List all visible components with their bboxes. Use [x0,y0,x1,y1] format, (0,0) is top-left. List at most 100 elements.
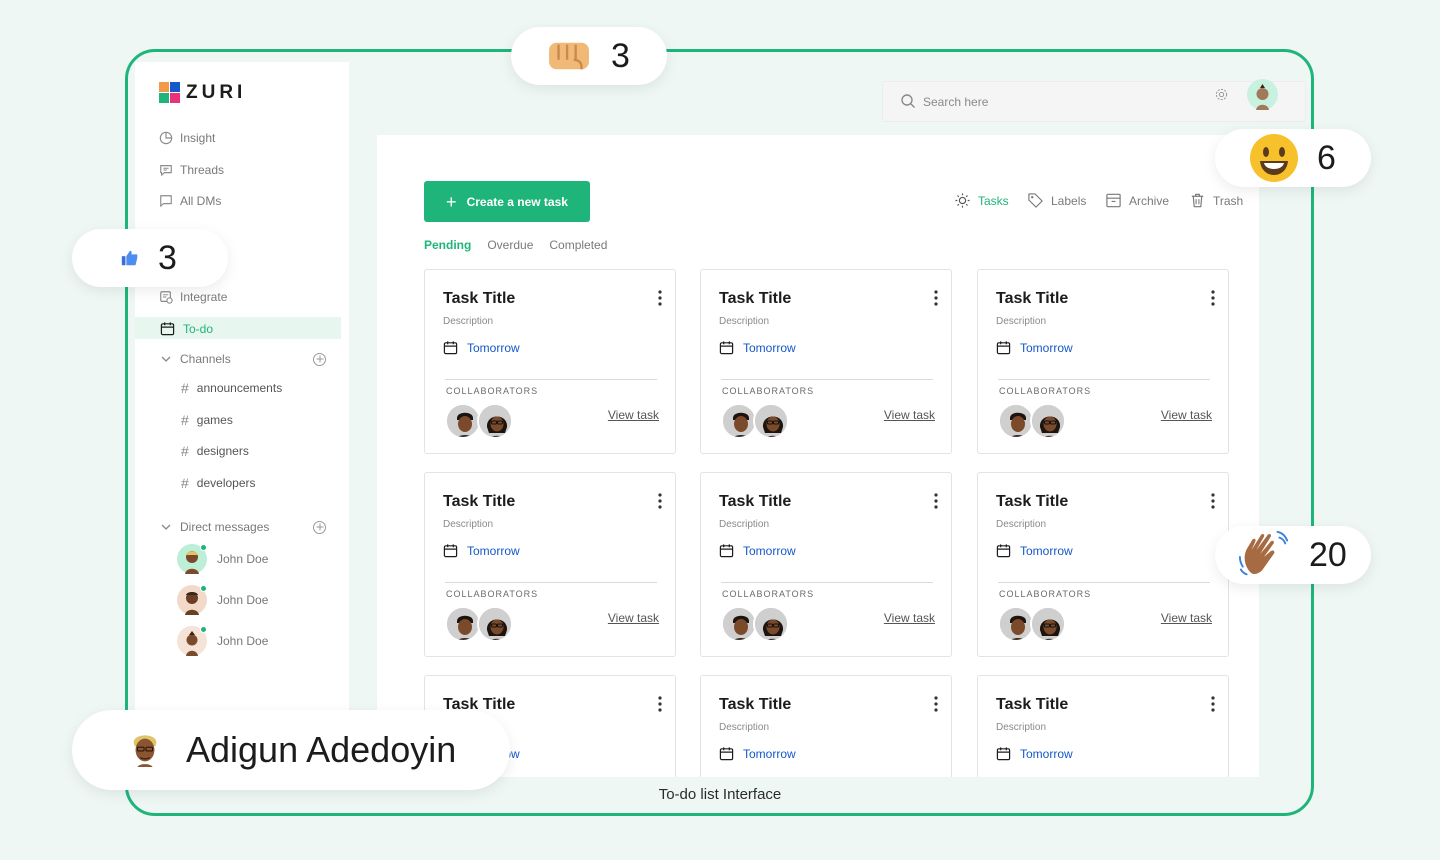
card-divider [998,379,1210,380]
thumbs-up-emoji-icon [121,250,138,266]
avatar[interactable] [721,403,757,439]
calendar-icon [719,747,734,761]
calendar-icon [719,544,734,558]
view-task-link[interactable]: View task [608,408,659,422]
collaborators-label: COLLABORATORS [999,386,1092,396]
avatar[interactable] [753,403,789,439]
collaborator-avatars [445,606,513,642]
task-title: Task Title [443,290,516,307]
collaborators-label: COLLABORATORS [446,386,539,396]
due-date-label: Tomorrow [1020,746,1073,761]
calendar-icon [996,544,1011,558]
due-date-label: Tomorrow [1020,543,1073,558]
avatar[interactable] [477,606,513,642]
task-title: Task Title [719,493,792,510]
collaborators-label: COLLABORATORS [722,589,815,599]
reaction-badge[interactable]: 6 [1215,129,1371,187]
due-date-label: Tomorrow [1020,340,1073,355]
author-name: Adigun Adedoyin [186,729,457,770]
collaborators-label: COLLABORATORS [722,386,815,396]
task-description: Description [996,519,1047,530]
view-task-link[interactable]: View task [1161,408,1212,422]
task-description: Description [996,722,1047,733]
more-options-icon[interactable] [658,696,662,712]
calendar-icon [443,341,458,355]
reaction-badge[interactable]: 20 [1215,526,1371,584]
task-description: Description [443,316,494,327]
reaction-count: 3 [158,238,177,277]
reaction-badge[interactable]: 3 [511,27,667,85]
task-due-date: Tomorrow [996,746,1073,761]
more-options-icon[interactable] [658,493,662,509]
due-date-label: Tomorrow [743,340,796,355]
task-title: Task Title [996,696,1069,713]
collaborator-avatars [998,606,1066,642]
task-card[interactable]: Task Title Description Tomorrow COLLABORATO… [977,269,1229,454]
avatar[interactable] [445,606,481,642]
task-description: Description [996,316,1047,327]
more-options-icon[interactable] [1211,696,1215,712]
due-date-label: Tomorrow [743,543,796,558]
view-task-link[interactable]: View task [1161,611,1212,625]
card-divider [998,582,1210,583]
task-title: Task Title [719,290,792,307]
image-caption: To-do list Interface [658,786,782,803]
reaction-count: 3 [611,36,630,75]
task-card[interactable]: Task Title Description Tomorrow COLLABORATO… [424,269,676,454]
task-due-date: Tomorrow [443,543,520,558]
calendar-icon [996,747,1011,761]
task-description: Description [719,316,770,327]
task-due-date: Tomorrow [443,340,520,355]
task-grid: Task Title Description Tomorrow COLLABORATO… [0,0,1440,777]
card-divider [721,379,933,380]
task-card[interactable]: Task TitleDescriptionTomorrowCOLLABORATO… [977,675,1229,777]
task-due-date: Tomorrow [996,543,1073,558]
fist-emoji-icon [549,42,589,70]
task-card[interactable]: Task TitleDescriptionTomorrowCOLLABORATO… [977,472,1229,657]
task-title: Task Title [719,696,792,713]
reaction-count: 20 [1309,535,1347,574]
due-date-label: Tomorrow [467,340,520,355]
avatar[interactable] [998,403,1034,439]
task-card[interactable]: Task TitleDescriptionTomorrowCOLLABORATO… [424,472,676,657]
more-options-icon[interactable] [934,696,938,712]
task-title: Task Title [996,290,1069,307]
task-description: Description [719,519,770,530]
view-task-link[interactable]: View task [608,611,659,625]
collaborator-avatars [445,403,513,439]
view-task-link[interactable]: View task [884,408,935,422]
task-due-date: Tomorrow [996,340,1073,355]
due-date-label: Tomorrow [467,543,520,558]
author-avatar-icon [133,735,157,767]
avatar[interactable] [445,403,481,439]
card-divider [445,379,657,380]
view-task-link[interactable]: View task [884,611,935,625]
avatar[interactable] [721,606,757,642]
task-title: Task Title [996,493,1069,510]
card-divider [721,582,933,583]
collaborators-label: COLLABORATORS [446,589,539,599]
avatar[interactable] [477,403,513,439]
avatar[interactable] [1030,403,1066,439]
task-card[interactable]: Task Title Description Tomorrow COLLABORATO… [700,269,952,454]
author-badge: Adigun Adedoyin [72,710,510,790]
task-card[interactable]: Task TitleDescriptionTomorrowCOLLABORATO… [700,675,952,777]
more-options-icon[interactable] [658,290,662,306]
avatar[interactable] [1030,606,1066,642]
more-options-icon[interactable] [1211,290,1215,306]
collaborator-avatars [998,403,1066,439]
card-divider [445,582,657,583]
wave-emoji-icon [1238,530,1289,576]
task-description: Description [719,722,770,733]
task-card[interactable]: Task Title Description Tomorrow COLLABORATO… [700,472,952,657]
avatar[interactable] [753,606,789,642]
more-options-icon[interactable] [1211,493,1215,509]
task-due-date: Tomorrow [719,543,796,558]
task-due-date: Tomorrow [719,746,796,761]
more-options-icon[interactable] [934,493,938,509]
more-options-icon[interactable] [934,290,938,306]
smile-emoji-icon [1250,134,1298,182]
calendar-icon [996,341,1011,355]
avatar[interactable] [998,606,1034,642]
reaction-badge[interactable]: 3 [72,229,228,287]
